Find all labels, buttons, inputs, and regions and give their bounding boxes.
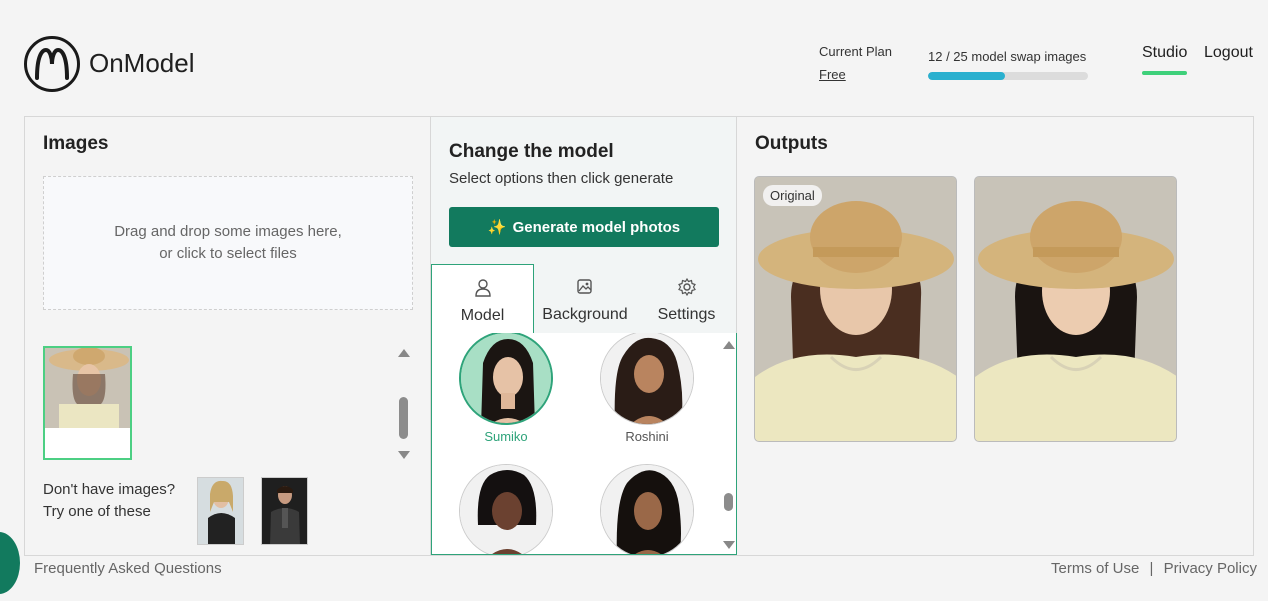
current-plan-label: Current Plan — [819, 44, 892, 59]
scroll-up-arrow-icon[interactable] — [398, 349, 410, 357]
images-panel: Images Drag and drop some images here, o… — [25, 117, 431, 555]
tab-model-label: Model — [460, 307, 505, 324]
logo-m-icon — [35, 48, 69, 80]
model-card-3[interactable] — [456, 464, 556, 554]
scroll-down-arrow-icon[interactable] — [398, 451, 410, 459]
sample-prompt-line1: Don't have images? — [43, 481, 176, 498]
gear-icon — [677, 277, 696, 297]
model-avatar — [459, 464, 553, 554]
model-avatar — [600, 464, 694, 554]
onmodel-logo[interactable] — [24, 36, 80, 92]
tab-model[interactable]: Model — [431, 264, 534, 334]
outputs-panel: Outputs Original — [737, 117, 1253, 555]
model-card-4[interactable] — [597, 464, 697, 554]
dropzone-text-line2: or click to select files — [159, 245, 297, 262]
uploaded-image-preview — [45, 348, 130, 428]
generate-model-photos-button[interactable]: ✨ Generate model photos — [449, 207, 719, 247]
usage-progress-bar — [928, 72, 1088, 80]
scroll-down-arrow-icon[interactable] — [723, 541, 735, 549]
image-edit-icon — [577, 279, 592, 294]
model-avatar — [459, 333, 553, 425]
scroll-up-arrow-icon[interactable] — [723, 341, 735, 349]
tab-settings[interactable]: Settings — [636, 264, 737, 334]
model-selection-list: Sumiko Roshini — [431, 333, 737, 555]
model-tabs: Model Background Settings — [431, 264, 737, 334]
model-name: Roshini — [625, 429, 669, 444]
tab-background[interactable]: Background — [534, 264, 636, 334]
change-model-panel: Change the model Select options then cli… — [431, 117, 737, 555]
generate-button-label: Generate model photos — [512, 218, 681, 236]
tab-background-label: Background — [542, 306, 628, 323]
studio-workspace: Images Drag and drop some images here, o… — [24, 116, 1254, 556]
terms-of-use-link[interactable]: Terms of Use — [1051, 560, 1139, 577]
nav-studio-link[interactable]: Studio — [1142, 44, 1187, 62]
outputs-title: Outputs — [755, 133, 828, 154]
sample-image-1[interactable] — [197, 477, 244, 545]
current-plan-link[interactable]: Free — [819, 67, 846, 82]
output-generated-image[interactable] — [974, 176, 1177, 442]
sample-prompt-line2: Try one of these — [43, 503, 151, 520]
image-list-scrollbar[interactable] — [395, 345, 411, 461]
top-header: OnModel Current Plan Free 12 / 25 model … — [0, 0, 1268, 116]
original-badge: Original — [763, 185, 822, 206]
model-card-sumiko[interactable]: Sumiko — [456, 333, 556, 444]
person-icon — [474, 279, 491, 297]
dropzone-text-line1: Drag and drop some images here, — [114, 223, 342, 240]
usage-text: 12 / 25 model swap images — [928, 49, 1087, 64]
usage-progress-fill — [928, 72, 1005, 80]
images-title: Images — [43, 133, 109, 154]
output-original-image[interactable]: Original — [754, 176, 957, 442]
footer-links: Terms of Use | Privacy Policy — [1051, 560, 1257, 577]
tab-settings-label: Settings — [657, 306, 716, 323]
sample-images-prompt: Don't have images? Try one of these — [43, 479, 175, 523]
image-dropzone[interactable]: Drag and drop some images here, or click… — [43, 176, 413, 310]
model-list-scrollbar[interactable] — [722, 337, 736, 551]
model-card-roshini[interactable]: Roshini — [597, 333, 697, 444]
scroll-thumb[interactable] — [724, 493, 733, 511]
uploaded-image-thumbnail[interactable] — [43, 346, 132, 460]
sparkles-icon: ✨ — [487, 219, 507, 236]
brand-name[interactable]: OnModel — [89, 48, 195, 79]
privacy-policy-link[interactable]: Privacy Policy — [1164, 560, 1257, 577]
model-name: Sumiko — [484, 429, 528, 444]
faq-link[interactable]: Frequently Asked Questions — [34, 560, 222, 577]
change-model-subtitle: Select options then click generate — [449, 170, 674, 187]
scroll-thumb[interactable] — [399, 397, 408, 439]
nav-active-indicator — [1142, 71, 1187, 75]
model-avatar — [600, 333, 694, 425]
chat-launcher-button[interactable] — [0, 532, 20, 594]
footer-separator: | — [1149, 560, 1154, 577]
change-model-title: Change the model — [449, 141, 614, 162]
nav-logout-link[interactable]: Logout — [1204, 44, 1253, 62]
sample-image-2[interactable] — [261, 477, 308, 545]
